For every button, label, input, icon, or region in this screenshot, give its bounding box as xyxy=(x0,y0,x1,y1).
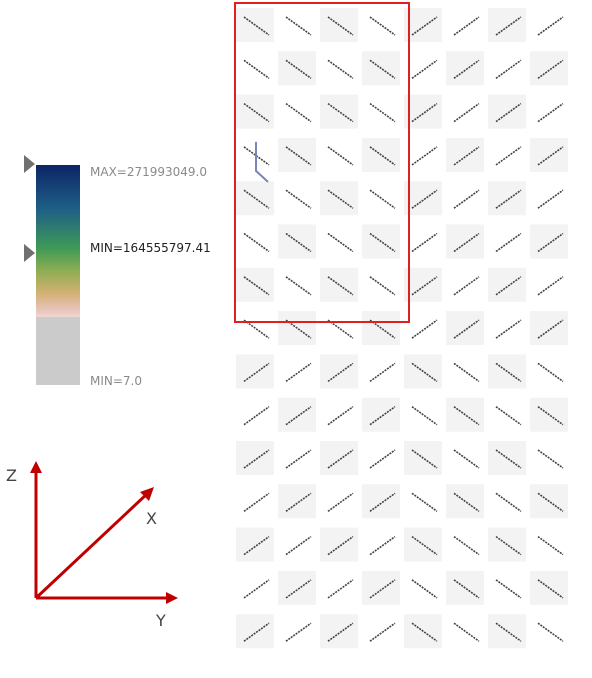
grid-cell[interactable] xyxy=(278,397,316,432)
grid-cell[interactable] xyxy=(404,137,442,172)
grid-cell[interactable] xyxy=(530,51,568,86)
grid-cell[interactable] xyxy=(362,570,400,605)
grid-cell[interactable] xyxy=(488,267,526,302)
grid-cell[interactable] xyxy=(320,354,358,389)
grid-cell[interactable] xyxy=(236,397,274,432)
grid-cell[interactable] xyxy=(320,397,358,432)
grid-cell[interactable] xyxy=(320,484,358,519)
grid-cell[interactable] xyxy=(446,311,484,346)
grid-cell[interactable] xyxy=(446,224,484,259)
grid-cell[interactable] xyxy=(236,441,274,475)
x-axis-line xyxy=(34,491,150,600)
grid-cell[interactable] xyxy=(488,224,526,259)
grid-cell[interactable] xyxy=(530,224,568,259)
x-axis-label: X xyxy=(146,509,157,528)
grid-cell[interactable] xyxy=(530,311,568,346)
grid-cell[interactable] xyxy=(362,614,400,649)
grid-cell[interactable] xyxy=(446,8,484,42)
grid-cell[interactable] xyxy=(530,181,568,216)
z-axis-line-arrowhead xyxy=(30,461,42,473)
color-legend: MAX=271993049.0 MIN=164555797.41 MIN=7.0 xyxy=(0,0,232,400)
axis-triad-graphic xyxy=(30,461,178,604)
min-range-handle[interactable] xyxy=(24,244,35,262)
grid-cell[interactable] xyxy=(320,527,358,562)
grid-cell[interactable] xyxy=(236,484,274,519)
y-axis-label: Y xyxy=(156,611,166,630)
grid-cell[interactable] xyxy=(278,354,316,389)
grid-cell[interactable] xyxy=(278,441,316,475)
grid-cell[interactable] xyxy=(488,311,526,346)
grid-cell[interactable] xyxy=(446,181,484,216)
grid-cell[interactable] xyxy=(446,267,484,302)
grid-cell[interactable] xyxy=(404,224,442,259)
grid-cell[interactable] xyxy=(320,441,358,475)
grid-cell[interactable] xyxy=(404,94,442,129)
grid-cell[interactable] xyxy=(320,570,358,605)
min-selected-value-label: MIN=164555797.41 xyxy=(90,241,211,255)
grid-cell[interactable] xyxy=(488,8,526,42)
grid-cell[interactable] xyxy=(446,94,484,129)
y-axis-line-arrowhead xyxy=(166,592,178,604)
grid-cell[interactable] xyxy=(488,181,526,216)
grid-cell[interactable] xyxy=(488,94,526,129)
grid-cell[interactable] xyxy=(362,527,400,562)
grid-cell[interactable] xyxy=(404,51,442,86)
grid-cell[interactable] xyxy=(278,570,316,605)
z-axis-label: Z xyxy=(6,466,17,485)
grid-cell[interactable] xyxy=(404,311,442,346)
grid-cell[interactable] xyxy=(278,614,316,649)
grid-cell[interactable] xyxy=(446,137,484,172)
axis-triad: Z X Y xyxy=(0,455,200,635)
grid-cell[interactable] xyxy=(320,614,358,649)
grid-cell[interactable] xyxy=(236,354,274,389)
grid-cell[interactable] xyxy=(236,527,274,562)
grid-cell[interactable] xyxy=(404,267,442,302)
max-range-handle[interactable] xyxy=(24,155,35,173)
grid-cell[interactable] xyxy=(530,8,568,42)
grid-cell[interactable] xyxy=(278,527,316,562)
grid-cell[interactable] xyxy=(236,570,274,605)
grid-cell[interactable] xyxy=(488,137,526,172)
grid-cell[interactable] xyxy=(488,51,526,86)
element-grid[interactable] xyxy=(232,0,592,674)
grid-cell[interactable] xyxy=(446,51,484,86)
grid-cell[interactable] xyxy=(404,181,442,216)
grid-cell[interactable] xyxy=(362,354,400,389)
grid-cell[interactable] xyxy=(236,614,274,649)
grid-cell[interactable] xyxy=(278,484,316,519)
grid-cell[interactable] xyxy=(530,137,568,172)
grid-cell[interactable] xyxy=(362,484,400,519)
grid-cell[interactable] xyxy=(530,94,568,129)
grid-cell[interactable] xyxy=(404,8,442,42)
min-value-label: MIN=7.0 xyxy=(90,374,143,388)
color-scale-bar xyxy=(36,165,80,385)
max-value-label: MAX=271993049.0 xyxy=(90,165,207,179)
grid-cell[interactable] xyxy=(530,267,568,302)
element-grid-viewport[interactable] xyxy=(232,0,592,674)
grid-cell[interactable] xyxy=(362,397,400,432)
grid-cell[interactable] xyxy=(362,441,400,475)
